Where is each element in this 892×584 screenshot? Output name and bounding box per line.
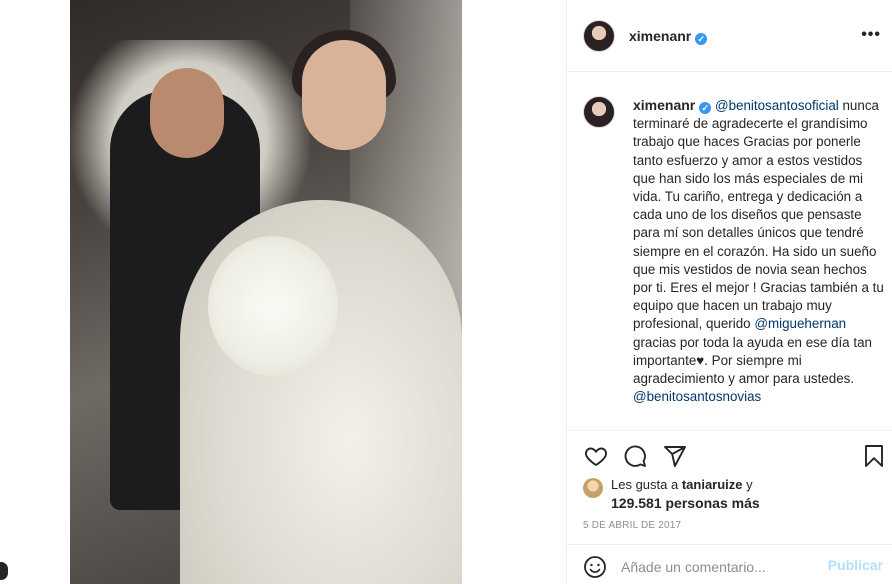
photo-bride-head [302,40,386,150]
caption-comment: ximenanr ✓ @benitosantosoficial nunca ter… [567,72,892,428]
photo-dress [180,200,462,584]
caption-username[interactable]: ximenanr [633,97,695,113]
photo-bouquet [208,236,338,376]
carousel-edge-indicator[interactable] [0,562,8,580]
author-username-text[interactable]: ximenanr [629,28,691,44]
caption-part-2: Gracias por ponerle tanto esfuerzo y amo… [633,134,884,332]
photo-groom-head [150,68,224,158]
comment-bubble-icon[interactable] [622,443,648,469]
mention-miguehernan[interactable]: @miguehernan [754,316,846,331]
liker-username[interactable]: taniaruize [682,477,743,492]
comment-input[interactable] [621,557,821,577]
smiley-icon[interactable] [583,555,609,581]
paper-plane-icon[interactable] [662,443,688,469]
post-photo[interactable] [70,0,462,584]
author-username[interactable]: ximenanr ✓ [629,28,708,45]
likes-prefix: Les gusta a [611,477,682,492]
likes-suffix: y [742,477,753,492]
author-avatar[interactable] [583,20,615,52]
caption-text: ximenanr ✓ @benitosantosoficial nunca ter… [633,96,887,406]
heart-outline-icon[interactable] [583,443,609,469]
post-sidebar: ximenanr ✓ ••• ximenanr ✓ @benitosantosofi… [566,0,892,584]
publish-button[interactable]: Publicar [828,557,883,573]
more-options-icon[interactable]: ••• [861,26,881,44]
verified-badge-icon: ✓ [695,33,708,45]
mention-benitosantosoficial[interactable]: @benitosantosoficial [715,98,839,113]
post-date[interactable]: 5 DE ABRIL DE 2017 [583,520,681,531]
likes-line: Les gusta a taniaruize y [611,476,881,494]
caption-verified-badge-icon: ✓ [699,102,712,114]
mention-benitosantosnovias[interactable]: @benitosantosnovias [633,389,761,404]
liker-avatar[interactable] [583,478,603,498]
bookmark-icon[interactable] [861,443,887,469]
post-media-area [0,0,566,584]
action-bar [567,430,892,480]
post-header: ximenanr ✓ ••• [567,0,892,72]
caption-author-avatar[interactable] [583,96,615,128]
add-comment-section: Publicar [567,544,892,584]
likes-others-count[interactable]: 129.581 personas más [611,494,760,512]
